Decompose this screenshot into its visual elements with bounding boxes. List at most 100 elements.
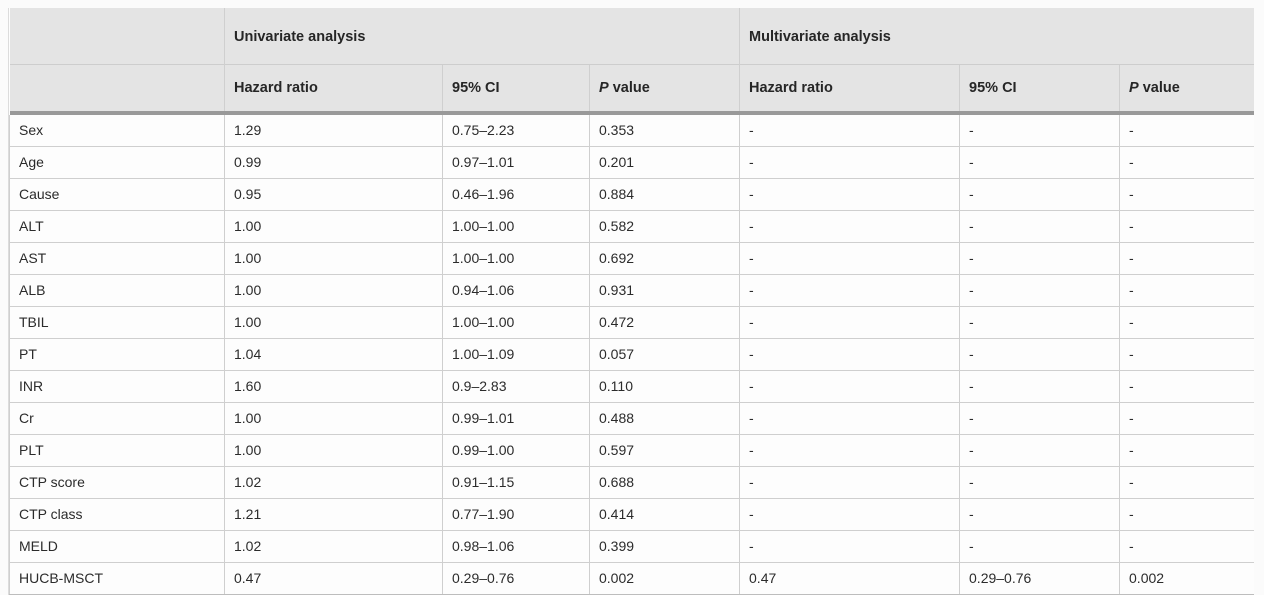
p-suffix-uni: value [609,80,650,96]
cell-uni-p-value: 0.201 [590,147,740,179]
group-header-multivariate: Multivariate analysis [740,8,1254,65]
cell-multi-p-value: - [1120,531,1254,563]
cell-uni-p-value: 0.597 [590,435,740,467]
cell-multi-p-value: 0.002 [1120,563,1254,595]
cell-uni-hazard-ratio: 1.60 [225,371,443,403]
cell-multi-p-value: - [1120,147,1254,179]
cell-uni-ci: 0.29–0.76 [443,563,590,595]
column-header-uni-hazard-ratio: Hazard ratio [225,65,443,112]
table-row: MELD1.020.98–1.060.399--- [10,531,1254,563]
cell-uni-hazard-ratio: 1.21 [225,499,443,531]
cell-variable: HUCB-MSCT [10,563,225,595]
cell-uni-p-value: 0.353 [590,115,740,147]
cell-multi-p-value: - [1120,499,1254,531]
cell-multi-hazard-ratio: - [740,307,960,339]
column-header-multi-hazard-ratio: Hazard ratio [740,65,960,112]
cell-multi-p-value: - [1120,115,1254,147]
cell-uni-ci: 0.77–1.90 [443,499,590,531]
cell-variable: CTP score [10,467,225,499]
cell-variable: PT [10,339,225,371]
cell-multi-ci: - [960,467,1120,499]
cell-uni-ci: 0.9–2.83 [443,371,590,403]
cell-uni-hazard-ratio: 1.00 [225,211,443,243]
cell-multi-p-value: - [1120,403,1254,435]
table-body: Sex1.290.75–2.230.353---Age0.990.97–1.01… [10,115,1254,595]
cell-multi-hazard-ratio: - [740,339,960,371]
cox-regression-table: Univariate analysis Multivariate analysi… [9,8,1254,595]
table-row: INR1.600.9–2.830.110--- [10,371,1254,403]
cell-multi-hazard-ratio: - [740,179,960,211]
table-row: PT1.041.00–1.090.057--- [10,339,1254,371]
group-header-univariate: Univariate analysis [225,8,740,65]
cell-multi-p-value: - [1120,339,1254,371]
p-suffix-multi: value [1139,80,1180,96]
cell-uni-hazard-ratio: 1.00 [225,435,443,467]
cell-multi-p-value: - [1120,179,1254,211]
cell-uni-hazard-ratio: 1.00 [225,307,443,339]
table-row: CTP score1.020.91–1.150.688--- [10,467,1254,499]
cell-uni-p-value: 0.931 [590,275,740,307]
table-row: Cr1.000.99–1.010.488--- [10,403,1254,435]
cell-multi-hazard-ratio: - [740,531,960,563]
cell-multi-ci: - [960,179,1120,211]
column-header-multi-p-value: P value [1120,65,1254,112]
cell-multi-p-value: - [1120,371,1254,403]
cell-variable: TBIL [10,307,225,339]
cell-uni-p-value: 0.582 [590,211,740,243]
cell-multi-p-value: - [1120,467,1254,499]
cell-uni-hazard-ratio: 1.00 [225,403,443,435]
cell-multi-p-value: - [1120,243,1254,275]
cell-multi-ci: - [960,339,1120,371]
cell-uni-ci: 1.00–1.00 [443,243,590,275]
table-row: TBIL1.001.00–1.000.472--- [10,307,1254,339]
cell-multi-hazard-ratio: - [740,499,960,531]
page-container: Univariate analysis Multivariate analysi… [0,0,1264,559]
cell-multi-hazard-ratio: - [740,115,960,147]
table-row: HUCB-MSCT0.470.29–0.760.0020.470.29–0.76… [10,563,1254,595]
cell-uni-p-value: 0.414 [590,499,740,531]
cell-uni-ci: 1.00–1.00 [443,211,590,243]
cell-uni-p-value: 0.002 [590,563,740,595]
cell-multi-ci: 0.29–0.76 [960,563,1120,595]
cell-uni-ci: 0.98–1.06 [443,531,590,563]
cell-uni-p-value: 0.399 [590,531,740,563]
cell-variable: PLT [10,435,225,467]
cell-uni-hazard-ratio: 0.99 [225,147,443,179]
cell-multi-ci: - [960,115,1120,147]
cell-uni-hazard-ratio: 1.00 [225,243,443,275]
column-header-row: Hazard ratio 95% CI P value Hazard ratio… [10,65,1254,112]
cell-uni-hazard-ratio: 0.47 [225,563,443,595]
cell-variable: ALB [10,275,225,307]
cell-multi-ci: - [960,403,1120,435]
cell-variable: Cr [10,403,225,435]
table-row: ALT1.001.00–1.000.582--- [10,211,1254,243]
cell-variable: MELD [10,531,225,563]
cell-uni-p-value: 0.057 [590,339,740,371]
cell-uni-hazard-ratio: 1.00 [225,275,443,307]
cell-variable: INR [10,371,225,403]
cell-multi-p-value: - [1120,275,1254,307]
p-italic-uni: P [599,80,609,96]
cell-multi-ci: - [960,243,1120,275]
cell-uni-ci: 0.94–1.06 [443,275,590,307]
cell-multi-ci: - [960,499,1120,531]
group-header-spacer [10,8,225,65]
cell-uni-ci: 1.00–1.09 [443,339,590,371]
column-header-multi-ci: 95% CI [960,65,1120,112]
cell-uni-p-value: 0.692 [590,243,740,275]
cell-uni-ci: 0.99–1.01 [443,403,590,435]
cell-multi-ci: - [960,275,1120,307]
cell-uni-p-value: 0.688 [590,467,740,499]
group-header-row: Univariate analysis Multivariate analysi… [10,8,1254,65]
cell-variable: ALT [10,211,225,243]
cell-variable: Sex [10,115,225,147]
cell-multi-ci: - [960,307,1120,339]
cell-multi-p-value: - [1120,307,1254,339]
cell-multi-hazard-ratio: - [740,211,960,243]
cell-uni-p-value: 0.110 [590,371,740,403]
table-head: Univariate analysis Multivariate analysi… [10,8,1254,115]
cell-multi-hazard-ratio: - [740,403,960,435]
cell-uni-hazard-ratio: 1.29 [225,115,443,147]
column-header-variable [10,65,225,112]
cell-uni-hazard-ratio: 1.02 [225,531,443,563]
